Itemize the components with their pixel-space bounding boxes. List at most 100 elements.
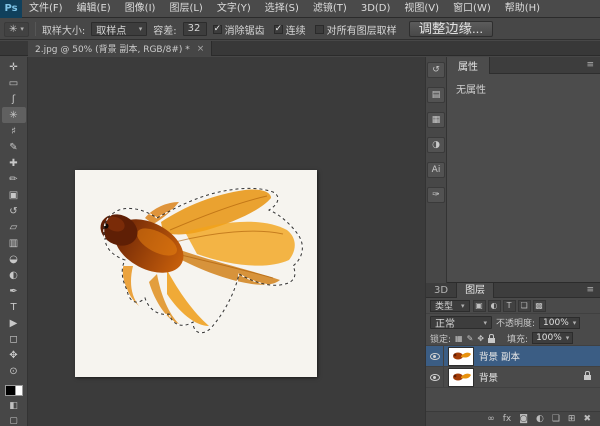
layer-thumbnail[interactable] <box>449 369 473 386</box>
menu-view[interactable]: 视图(V) <box>397 0 446 18</box>
styles-panel-icon[interactable]: Ai <box>427 162 445 178</box>
layer-style-icon[interactable]: fx <box>503 414 512 424</box>
tolerance-input[interactable]: 32 <box>183 22 207 36</box>
adjustment-filter-icon[interactable]: ◐ <box>488 300 501 312</box>
lock-position-icon[interactable]: ✥ <box>477 334 484 343</box>
color-swatches[interactable] <box>5 385 23 396</box>
color-panel-icon[interactable]: ▤ <box>427 87 445 103</box>
menu-file[interactable]: 文件(F) <box>22 0 70 18</box>
magic-wand-tool[interactable]: ✳ <box>2 107 26 123</box>
menu-3d[interactable]: 3D(D) <box>354 0 398 18</box>
pixel-filter-icon[interactable]: ▣ <box>473 300 486 312</box>
new-layer-icon[interactable]: ⊞ <box>568 414 576 424</box>
layer-mask-icon[interactable]: ◙ <box>519 414 528 424</box>
shape-tool[interactable]: ◻ <box>2 331 26 347</box>
tool-icon: ▱ <box>10 222 18 233</box>
quick-mask-icon[interactable]: ◧ <box>9 401 18 411</box>
tool-icon: ▶ <box>10 318 18 329</box>
history-panel-icon[interactable]: ↺ <box>427 62 445 78</box>
document-tab[interactable]: 2.jpg @ 50% (背景 副本, RGB/8#) * × <box>28 41 212 56</box>
menu-select[interactable]: 选择(S) <box>258 0 306 18</box>
type-tool[interactable]: T <box>2 299 26 315</box>
type-filter-icon[interactable]: T <box>503 300 516 312</box>
crop-tool[interactable]: ♯ <box>2 123 26 139</box>
layer-visibility-toggle[interactable] <box>426 367 444 387</box>
marquee-tool[interactable]: ▭ <box>2 75 26 91</box>
screen-mode-icon[interactable]: ▢ <box>9 416 18 426</box>
anti-alias-checkbox[interactable]: 消除锯齿 <box>213 22 265 37</box>
history-brush-tool[interactable]: ↺ <box>2 203 26 219</box>
lock-transparency-icon[interactable]: ▦ <box>455 334 463 343</box>
opacity-input[interactable]: 100% ▾ <box>539 317 580 329</box>
menu-help[interactable]: 帮助(H) <box>498 0 547 18</box>
tool-icon: ✏ <box>9 174 17 185</box>
sample-size-label: 取样大小: <box>42 22 85 37</box>
hand-tool[interactable]: ✥ <box>2 347 26 363</box>
tool-icon: ✛ <box>9 62 17 73</box>
brush-panel-icon[interactable]: ✑ <box>427 187 445 203</box>
eraser-tool[interactable]: ▱ <box>2 219 26 235</box>
menu-window[interactable]: 窗口(W) <box>446 0 498 18</box>
layer-row-background-copy[interactable]: 背景 副本 <box>426 346 600 367</box>
lock-row: 锁定: ▦ ✎ ✥ 填充: 100% ▾ <box>426 331 600 346</box>
menu-filter[interactable]: 滤镜(T) <box>306 0 354 18</box>
move-tool[interactable]: ✛ <box>2 59 26 75</box>
blend-mode-dropdown[interactable]: 正常 ▾ <box>430 316 492 329</box>
adjustment-layer-icon[interactable]: ◐ <box>536 414 544 424</box>
photoshop-logo-icon: Ps <box>0 0 22 18</box>
canvas-area[interactable] <box>28 57 425 426</box>
lock-pixels-icon[interactable]: ✎ <box>467 334 474 343</box>
fill-input[interactable]: 100% ▾ <box>532 332 573 344</box>
contiguous-checkbox[interactable]: 连续 <box>274 22 306 37</box>
document-image[interactable] <box>75 170 317 377</box>
layer-group-icon[interactable]: ❑ <box>552 414 560 424</box>
layer-filter-row: 类型 ▾ ▣◐T❏▩ <box>426 298 600 314</box>
dodge-tool[interactable]: ◐ <box>2 267 26 283</box>
tab-layers[interactable]: 图层 <box>456 283 494 298</box>
layer-filter-type-dropdown[interactable]: 类型 ▾ <box>430 300 470 312</box>
sample-size-value: 取样点 <box>96 22 126 37</box>
blend-mode-value: 正常 <box>435 315 455 330</box>
smart-object-filter-icon[interactable]: ▩ <box>533 300 546 312</box>
sample-all-layers-checkbox[interactable]: 对所有图层取样 <box>315 22 397 37</box>
layer-thumbnail[interactable] <box>449 348 473 365</box>
delete-layer-icon[interactable]: ✖ <box>583 414 591 424</box>
lock-all-icon[interactable] <box>488 338 495 343</box>
brush-tool[interactable]: ✏ <box>2 171 26 187</box>
adjustments-panel-icon[interactable]: ◑ <box>427 137 445 153</box>
panel-menu-icon[interactable]: ≡ <box>586 285 594 295</box>
tool-preset-picker[interactable]: ✳ ▾ <box>4 22 29 37</box>
zoom-tool[interactable]: ⊙ <box>2 363 26 379</box>
clone-stamp-tool[interactable]: ▣ <box>2 187 26 203</box>
document-tab-bar: 2.jpg @ 50% (背景 副本, RGB/8#) * × <box>0 41 600 56</box>
close-tab-icon[interactable]: × <box>197 44 205 54</box>
blur-tool[interactable]: ◒ <box>2 251 26 267</box>
chevron-down-icon: ▾ <box>566 334 570 342</box>
layer-row-background[interactable]: 背景 <box>426 367 600 388</box>
menu-image[interactable]: 图像(I) <box>118 0 163 18</box>
checkbox-icon <box>213 25 222 34</box>
panel-menu-icon[interactable]: ≡ <box>586 60 594 70</box>
eyedropper-tool[interactable]: ✎ <box>2 139 26 155</box>
healing-brush-tool[interactable]: ✚ <box>2 155 26 171</box>
thumbnail-fish-image <box>449 369 473 386</box>
link-layers-icon[interactable]: ∞ <box>487 414 495 424</box>
swatches-panel-icon[interactable]: ▦ <box>427 112 445 128</box>
foreground-color-swatch[interactable] <box>5 385 16 396</box>
tab-properties[interactable]: 属性 <box>447 57 490 74</box>
menu-type[interactable]: 文字(Y) <box>210 0 258 18</box>
layer-name: 背景 副本 <box>479 349 520 363</box>
menu-layer[interactable]: 图层(L) <box>162 0 209 18</box>
gradient-tool[interactable]: ▥ <box>2 235 26 251</box>
shape-filter-icon[interactable]: ❏ <box>518 300 531 312</box>
tool-icon: ◐ <box>9 270 18 281</box>
sample-size-dropdown[interactable]: 取样点 ▾ <box>91 22 147 36</box>
tab-3d[interactable]: 3D <box>426 283 456 298</box>
pen-tool[interactable]: ✒ <box>2 283 26 299</box>
lasso-tool[interactable]: ʃ <box>2 91 26 107</box>
refine-edge-button[interactable]: 调整边缘... <box>409 21 493 37</box>
layer-visibility-toggle[interactable] <box>426 346 444 366</box>
panel-dock-strip: ↺ ▤ ▦ ◑ Ai ✑ <box>425 57 447 283</box>
path-selection-tool[interactable]: ▶ <box>2 315 26 331</box>
menu-edit[interactable]: 编辑(E) <box>70 0 118 18</box>
